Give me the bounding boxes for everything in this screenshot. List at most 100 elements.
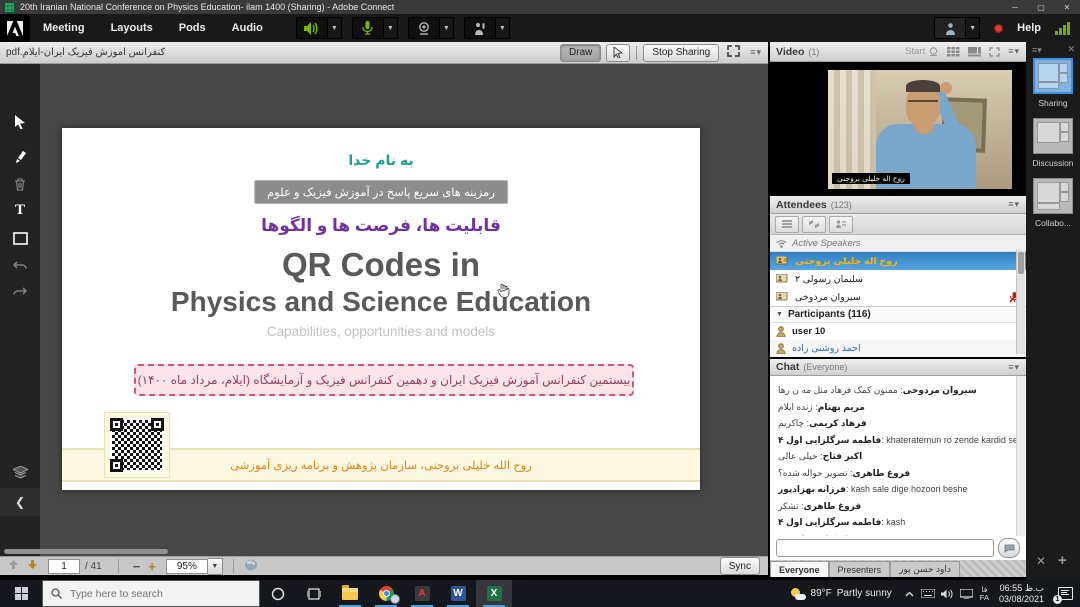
attendees-pod-menu-icon[interactable]: ≡▾: [1008, 199, 1020, 210]
page-up-button[interactable]: [8, 559, 19, 573]
shape-tool-button[interactable]: [6, 226, 34, 250]
menu-pods[interactable]: Pods: [166, 14, 219, 42]
chat-messages[interactable]: سیروان مردوخی: ممنون کمک فرهاد مثل مه ن …: [770, 376, 1026, 536]
share-pod-menu-icon[interactable]: ≡▾: [750, 47, 762, 58]
chat-message: اکبر فتاح: خیلی عالی: [778, 448, 1016, 465]
search-input[interactable]: [68, 587, 232, 601]
task-view-button[interactable]: [296, 580, 332, 607]
tray-overflow-button[interactable]: [900, 580, 919, 607]
status-view-button[interactable]: [829, 216, 853, 233]
taskbar-weather[interactable]: 89°F Partly sunny: [783, 588, 900, 600]
acrobat-button[interactable]: A: [404, 580, 440, 607]
raise-hand-dropdown[interactable]: ▼: [496, 17, 510, 39]
layout-thumb-discussion[interactable]: [1033, 118, 1073, 154]
excel-button[interactable]: X: [476, 580, 512, 607]
attendee-row[interactable]: روح اله خلیلی بروجنی: [770, 252, 1026, 270]
layout-label-sharing[interactable]: Sharing: [1026, 98, 1080, 108]
layout-label-collaboration[interactable]: Collabo...: [1026, 218, 1080, 228]
text-tool-button[interactable]: T: [6, 198, 34, 222]
video-fullscreen-icon[interactable]: [989, 47, 1000, 57]
touch-keyboard-button[interactable]: [919, 580, 938, 607]
slide-canvas[interactable]: به نام خدا رمزینه های سریع پاسخ در آموزش…: [62, 128, 700, 490]
menu-layouts[interactable]: Layouts: [98, 14, 166, 42]
layers-button[interactable]: [6, 460, 34, 484]
page-number-input[interactable]: [48, 559, 80, 574]
start-button[interactable]: [0, 580, 42, 607]
zoom-dropdown[interactable]: ▼: [208, 558, 223, 575]
sync-button[interactable]: Sync: [720, 557, 760, 575]
cortana-button[interactable]: [260, 580, 296, 607]
zoom-in-button[interactable]: +: [148, 559, 156, 574]
volume-button[interactable]: [938, 580, 957, 607]
word-button[interactable]: W: [440, 580, 476, 607]
presenter-status-dropdown[interactable]: ▼: [966, 17, 980, 39]
redo-button[interactable]: [6, 280, 34, 304]
layouts-menu-icon[interactable]: ≡▾: [1032, 45, 1042, 56]
minimize-button[interactable]: ─: [1002, 0, 1028, 14]
send-message-button[interactable]: [998, 538, 1020, 558]
chat-tab-presenters[interactable]: Presenters: [829, 561, 891, 577]
menu-help[interactable]: Help: [1017, 22, 1041, 34]
zoom-out-button[interactable]: −: [133, 559, 141, 574]
taskbar-search[interactable]: [42, 580, 260, 607]
participants-section[interactable]: ▼ Participants (116): [770, 306, 1026, 323]
delete-tool-button[interactable]: [6, 172, 34, 196]
pan-tool-button[interactable]: [244, 558, 258, 574]
select-tool-button[interactable]: [6, 110, 34, 134]
network-display-button[interactable]: [957, 580, 976, 607]
layouts-close-icon[interactable]: ✕: [1067, 44, 1075, 55]
attendee-list-view-button[interactable]: [775, 216, 799, 233]
close-button[interactable]: ✕: [1054, 0, 1080, 14]
clock-time: 06:55 ب.ظ: [999, 583, 1044, 594]
attendees-scrollbar-thumb[interactable]: [1018, 252, 1024, 274]
microphone-button[interactable]: [352, 17, 384, 39]
speaker-button[interactable]: [296, 17, 328, 39]
chat-pod-menu-icon[interactable]: ≡▾: [1008, 362, 1020, 373]
filmstrip-layout-icon[interactable]: [968, 47, 981, 57]
webcam-dropdown[interactable]: ▼: [440, 17, 454, 39]
file-explorer-button[interactable]: [332, 580, 368, 607]
layout-label-discussion[interactable]: Discussion: [1026, 158, 1080, 168]
connection-signal-icon[interactable]: [1055, 22, 1070, 35]
strip-close-icon[interactable]: ✕: [1036, 554, 1046, 568]
stop-sharing-button[interactable]: Stop Sharing: [643, 44, 719, 62]
strip-add-icon[interactable]: +: [1058, 552, 1067, 569]
undo-button[interactable]: [6, 254, 34, 278]
page-down-button[interactable]: [27, 559, 38, 573]
fullscreen-button[interactable]: [727, 44, 740, 62]
raise-hand-button[interactable]: [464, 17, 496, 39]
keyboard-icon: [921, 589, 935, 598]
pointer-tool-button[interactable]: [606, 44, 630, 62]
chat-message-input[interactable]: [776, 539, 994, 557]
attendee-row[interactable]: احمد روشنی زاده: [770, 340, 1026, 357]
breakout-view-button[interactable]: [802, 216, 826, 233]
attendee-row[interactable]: user 10: [770, 323, 1026, 340]
layout-thumb-sharing[interactable]: [1033, 58, 1073, 94]
collapse-toolbar-button[interactable]: ❮: [0, 488, 40, 516]
webcam-button[interactable]: [408, 17, 440, 39]
action-center-button[interactable]: 1: [1050, 580, 1080, 607]
marker-tool-button[interactable]: [6, 144, 34, 168]
chrome-button[interactable]: [368, 580, 404, 607]
collapse-triangle-icon[interactable]: ▼: [776, 311, 783, 318]
menu-meeting[interactable]: Meeting: [30, 14, 98, 42]
taskbar-clock[interactable]: 06:55 ب.ظ 03/08/2021: [993, 583, 1050, 605]
presenter-status-button[interactable]: [934, 17, 966, 39]
horizontal-scrollbar[interactable]: [4, 549, 168, 554]
language-indicator[interactable]: فا FA: [976, 586, 993, 602]
grid-layout-icon[interactable]: [947, 47, 960, 57]
video-pod-menu-icon[interactable]: ≡▾: [1008, 46, 1020, 57]
speaker-dropdown[interactable]: ▼: [328, 17, 342, 39]
chat-scrollbar[interactable]: [1016, 376, 1025, 536]
start-webcam-button[interactable]: Start: [905, 46, 939, 57]
microphone-dropdown[interactable]: ▼: [384, 17, 398, 39]
attendee-row[interactable]: سیروان مردوخی: [770, 288, 1026, 306]
layout-thumb-collaboration[interactable]: [1033, 178, 1073, 214]
chat-tab-everyone[interactable]: Everyone: [770, 561, 829, 577]
menu-audio[interactable]: Audio: [219, 14, 276, 42]
chat-tab-private[interactable]: داود حسن پور: [890, 561, 960, 577]
presenter-screen-icon: [776, 292, 789, 302]
attendee-row[interactable]: سلیمان رسولی ۲: [770, 270, 1026, 288]
draw-button[interactable]: Draw: [560, 44, 601, 62]
maximize-button[interactable]: ▢: [1028, 0, 1054, 14]
